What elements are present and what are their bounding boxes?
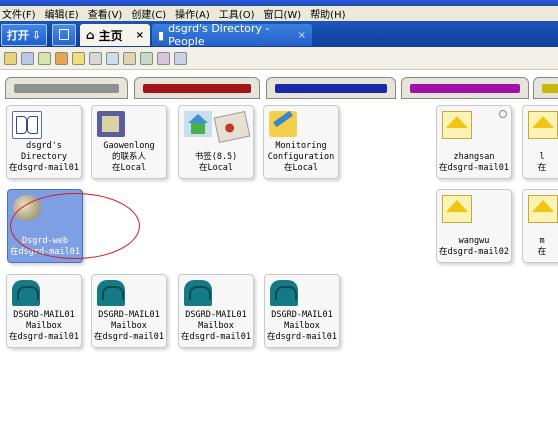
mailbox-icon bbox=[97, 280, 125, 306]
card-label: wangwu 在dsgrd-mail02 bbox=[439, 236, 509, 257]
category-fill bbox=[143, 84, 251, 93]
card-label: dsgrd's Directory 在dsgrd-mail01 bbox=[9, 141, 79, 173]
category-fill bbox=[14, 84, 119, 93]
toolbar-paste-icon[interactable] bbox=[123, 51, 136, 65]
menu-help[interactable]: 帮助(H) bbox=[308, 6, 352, 21]
category-bar-blue[interactable] bbox=[266, 77, 396, 99]
envelope-icon bbox=[442, 195, 472, 223]
menu-bar: 文件(F) 编辑(E) 查看(V) 创建(C) 操作(A) 工具(O) 窗口(W… bbox=[0, 6, 558, 21]
card-mailbox[interactable]: DSGRD-MAIL01 Mailbox 在dsgrd-mail01 bbox=[178, 274, 254, 348]
category-bar-yellow[interactable] bbox=[533, 77, 558, 99]
card-bookmarks[interactable]: 书签(8.5) 在Local bbox=[178, 105, 254, 179]
toolbar-forward-icon[interactable] bbox=[21, 51, 34, 65]
toolbar-properties-icon[interactable] bbox=[140, 51, 153, 65]
card-contact-wangwu[interactable]: wangwu 在dsgrd-mail02 bbox=[436, 189, 512, 263]
tab-home-label: 主页 bbox=[98, 28, 123, 43]
card-label: DSGRD-MAIL01 Mailbox 在dsgrd-mail01 bbox=[9, 310, 79, 342]
card-label: DSGRD-MAIL01 Mailbox 在dsgrd-mail01 bbox=[181, 310, 251, 342]
card-mailbox[interactable]: DSGRD-MAIL01 Mailbox 在dsgrd-mail01 bbox=[91, 274, 167, 348]
menu-file[interactable]: 文件(F) bbox=[0, 6, 43, 21]
open-button-label: 打开 bbox=[6, 29, 29, 42]
card-mailbox[interactable]: DSGRD-MAIL01 Mailbox 在dsgrd-mail01 bbox=[6, 274, 82, 348]
toolbar-cut-icon[interactable] bbox=[89, 51, 102, 65]
category-bar-purple[interactable] bbox=[401, 77, 529, 99]
chevron-down-icon: ⇩ bbox=[31, 28, 42, 42]
card-label: l 在 bbox=[537, 152, 547, 173]
card-label: DSGRD-MAIL01 Mailbox 在dsgrd-mail01 bbox=[94, 310, 164, 342]
card-mailbox[interactable]: DSGRD-MAIL01 Mailbox 在dsgrd-mail01 bbox=[264, 274, 340, 348]
card-dsgrd-web[interactable]: Dsgrd-web 在dsgrd-mail01 bbox=[7, 189, 83, 263]
toolbar-settings-icon[interactable] bbox=[174, 51, 187, 65]
mailbox-icon bbox=[12, 280, 40, 306]
envelope-icon bbox=[528, 195, 558, 223]
book-icon: ▮ bbox=[158, 28, 165, 42]
card-contact-zhangsan[interactable]: zhangsan 在dsgrd-mail01 bbox=[436, 105, 512, 179]
menu-edit[interactable]: 编辑(E) bbox=[43, 6, 86, 21]
category-bar-red[interactable] bbox=[134, 77, 260, 99]
letter-icon bbox=[213, 110, 251, 144]
menu-window[interactable]: 窗口(W) bbox=[261, 6, 308, 21]
menu-actions[interactable]: 操作(A) bbox=[173, 6, 217, 21]
card-monitoring-configuration[interactable]: Monitoring Configuration 在Local bbox=[263, 105, 339, 179]
open-button[interactable]: 打开 ⇩ bbox=[1, 24, 47, 46]
card-label: Monitoring Configuration 在Local bbox=[267, 141, 335, 173]
category-fill bbox=[275, 84, 387, 93]
toolbar bbox=[0, 47, 558, 70]
mailbox-icon bbox=[270, 280, 298, 306]
home-icon: ⌂ bbox=[86, 28, 95, 42]
menu-create[interactable]: 创建(C) bbox=[129, 6, 173, 21]
mailbox-icon bbox=[184, 280, 212, 306]
close-icon[interactable]: × bbox=[136, 30, 144, 41]
card-label: zhangsan 在dsgrd-mail01 bbox=[439, 152, 509, 173]
tab-directory-people[interactable]: ▮ dsgrd's Directory - People × bbox=[152, 22, 312, 48]
pencil-config-icon bbox=[269, 111, 297, 137]
address-book-icon bbox=[12, 111, 42, 139]
card-dsgrd-directory[interactable]: dsgrd's Directory 在dsgrd-mail01 bbox=[6, 105, 82, 179]
card-label: Gaowenlong 的联系人 在Local bbox=[103, 141, 155, 173]
card-label: DSGRD-MAIL01 Mailbox 在dsgrd-mail01 bbox=[267, 310, 337, 342]
notebook-icon bbox=[97, 111, 125, 137]
status-indicator-icon bbox=[499, 110, 507, 118]
toolbar-print-icon[interactable] bbox=[157, 51, 170, 65]
category-fill bbox=[542, 84, 558, 93]
close-icon[interactable]: × bbox=[298, 30, 306, 41]
globe-icon bbox=[13, 195, 41, 221]
menu-tools[interactable]: 工具(O) bbox=[217, 6, 262, 21]
toolbar-copy-icon[interactable] bbox=[106, 51, 119, 65]
category-fill bbox=[410, 84, 520, 93]
toolbar-home-icon[interactable] bbox=[72, 51, 85, 65]
envelope-icon bbox=[528, 111, 558, 139]
tab-directory-label: dsgrd's Directory - People bbox=[168, 22, 270, 48]
toolbar-folder-icon[interactable] bbox=[38, 51, 51, 65]
toolbar-back-icon[interactable] bbox=[4, 51, 17, 65]
tab-strip: 打开 ⇩ ⌂ 主页 × ▮ dsgrd's Directory - People… bbox=[0, 21, 558, 48]
tab-home[interactable]: ⌂ 主页 × bbox=[80, 24, 150, 46]
bookmark-house-icon bbox=[184, 111, 212, 137]
menu-view[interactable]: 查看(V) bbox=[86, 6, 130, 21]
card-label: Dsgrd-web 在dsgrd-mail01 bbox=[10, 236, 80, 257]
card-contact-partial[interactable]: l 在 bbox=[522, 105, 558, 179]
card-label: 书签(8.5) 在Local bbox=[194, 152, 238, 173]
category-bar-gray[interactable] bbox=[5, 77, 128, 99]
window-list-button[interactable] bbox=[52, 24, 76, 46]
card-label: m 在 bbox=[537, 236, 547, 257]
card-contact-partial[interactable]: m 在 bbox=[522, 189, 558, 263]
toolbar-refresh-icon[interactable] bbox=[55, 51, 68, 65]
envelope-icon bbox=[442, 111, 472, 139]
card-gaowenlong-contacts[interactable]: Gaowenlong 的联系人 在Local bbox=[91, 105, 167, 179]
